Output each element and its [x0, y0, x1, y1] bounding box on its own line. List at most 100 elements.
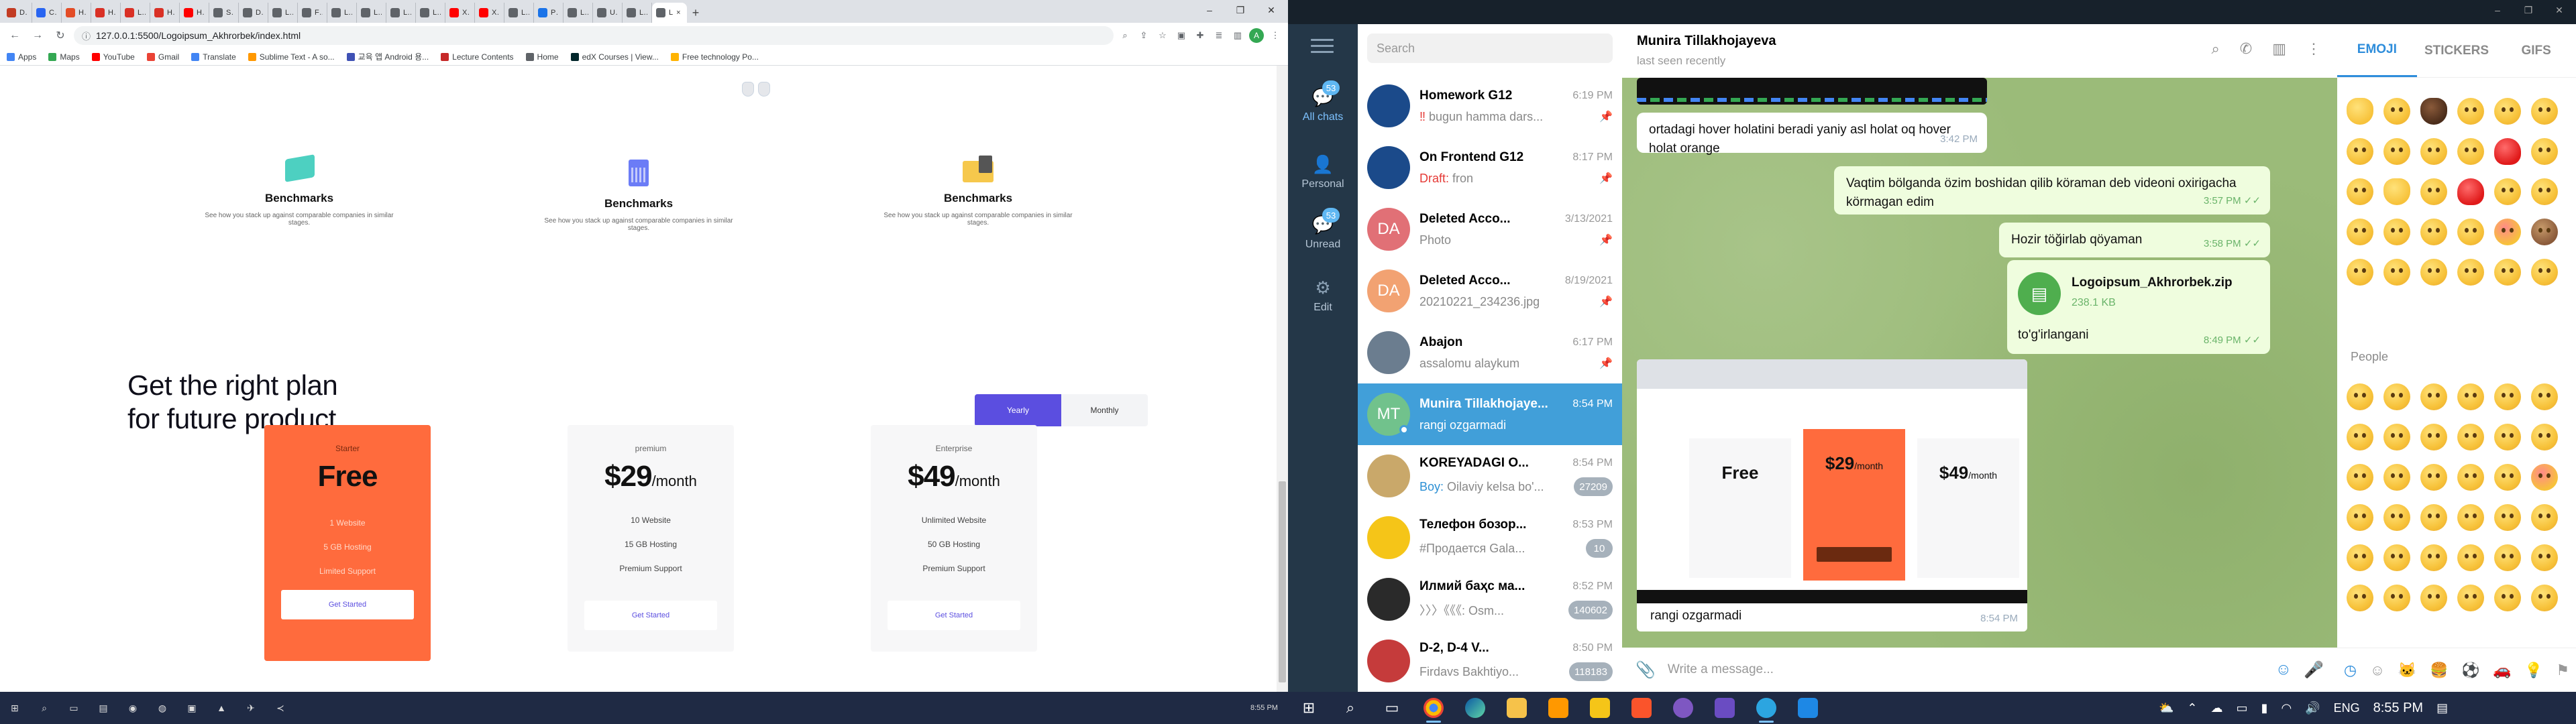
brave-icon[interactable]	[1621, 692, 1662, 724]
bookmark-item[interactable]: edX Courses | View...	[570, 52, 659, 62]
emoji-icon[interactable]	[2494, 464, 2521, 491]
telegram-icon[interactable]: ✈	[236, 692, 266, 724]
file-explorer-icon[interactable]: ▤	[89, 692, 118, 724]
chat-item[interactable]: MT Munira Tillakhojaye... 8:54 PM rangi ozg…	[1358, 383, 1622, 445]
sublime-icon[interactable]	[1538, 692, 1579, 724]
bookmark-item[interactable]: Translate	[191, 52, 236, 62]
vscode-icon[interactable]	[1787, 692, 1829, 724]
bookmark-item[interactable]: Home	[525, 52, 559, 62]
emoji-icon[interactable]	[2420, 383, 2447, 410]
emoji-icon[interactable]	[2420, 504, 2447, 531]
emoji-icon[interactable]	[2383, 219, 2410, 245]
clock-left[interactable]: 8:55 PM	[1250, 692, 1278, 724]
file-explorer-icon[interactable]	[1496, 692, 1538, 724]
telegram-icon[interactable]	[1746, 692, 1787, 724]
emoji-icon[interactable]	[2420, 138, 2447, 165]
browser-tab[interactable]: Last	[268, 3, 298, 23]
tab-emoji[interactable]: EMOJI	[2337, 24, 2417, 77]
folder-unread[interactable]: 💬 53 Unread	[1288, 208, 1358, 251]
page-scrollbar[interactable]	[1277, 66, 1288, 692]
cloud-icon[interactable]: ☁	[2211, 701, 2223, 715]
browser-tab[interactable]: HTM	[62, 3, 91, 23]
emoji-icon[interactable]	[2347, 585, 2373, 611]
clock[interactable]: 8:55 PM	[2373, 701, 2423, 716]
emoji-icon[interactable]	[2531, 424, 2558, 450]
emoji-icon[interactable]	[2383, 138, 2410, 165]
emoji-icon[interactable]	[2494, 138, 2521, 165]
chat-item[interactable]: DA Deleted Acco... 3/13/2021 Photo 📌	[1358, 198, 1622, 260]
emoji-icon[interactable]	[2383, 259, 2410, 286]
browser-tab[interactable]: Logi	[564, 3, 593, 23]
flags-icon[interactable]: ⚑	[2556, 662, 2569, 679]
chrome-icon[interactable]: ◉	[118, 692, 148, 724]
emoji-icon[interactable]	[2383, 424, 2410, 450]
reload-icon[interactable]: ↻	[51, 26, 70, 45]
chrome-icon[interactable]	[1413, 692, 1454, 724]
paint-icon[interactable]	[1704, 692, 1746, 724]
emoji-icon[interactable]	[2494, 259, 2521, 286]
tab-gifs[interactable]: GIFS	[2496, 24, 2576, 77]
emoji-icon[interactable]	[2383, 585, 2410, 611]
profile-avatar[interactable]: A	[1249, 28, 1264, 43]
search-input[interactable]: Search	[1367, 34, 1613, 63]
emoji-icon[interactable]	[2457, 259, 2484, 286]
browser-tab[interactable]: Start	[209, 3, 239, 23]
emoji-icon[interactable]	[2420, 98, 2447, 125]
chat-item[interactable]: D-2, D-4 V... 8:50 PM Firdavs Bakhtiyo... 1…	[1358, 630, 1622, 692]
search-icon[interactable]: ⌕	[2211, 40, 2219, 58]
emoji-icon[interactable]	[2383, 464, 2410, 491]
emoji-icon[interactable]	[2347, 178, 2373, 205]
task-view-icon[interactable]: ▭	[1371, 692, 1413, 724]
browser-tab[interactable]: Logi	[623, 3, 652, 23]
animals-icon[interactable]: 🐱	[2398, 662, 2416, 679]
emoji-icon[interactable]	[2531, 138, 2558, 165]
tab-active[interactable]: L ×	[652, 3, 687, 23]
emoji-icon[interactable]	[2383, 544, 2410, 571]
emoji-icon[interactable]	[2383, 504, 2410, 531]
browser-tab[interactable]: Logi	[386, 3, 416, 23]
get-started-button[interactable]: Get Started	[888, 601, 1020, 630]
browser-tab[interactable]: CSS	[32, 3, 62, 23]
emoji-icon[interactable]	[2531, 219, 2558, 245]
yearly-button[interactable]: Yearly	[975, 394, 1061, 426]
emoji-icon[interactable]	[2494, 544, 2521, 571]
start-icon[interactable]: ⊞	[1288, 692, 1330, 724]
microphone-icon[interactable]: 🎤	[2304, 660, 2324, 680]
message-bubble-out[interactable]: Hozir töğirlab qöyaman 3:58 PM ✓✓	[1999, 223, 2270, 257]
emoji-icon[interactable]	[2457, 219, 2484, 245]
browser-tab[interactable]: Hom	[150, 3, 180, 23]
address-bar[interactable]: ⓘ 127.0.0.1:5500/Logoipsum_Akhrorbek/ind…	[74, 26, 1114, 45]
url-text[interactable]: 127.0.0.1:5500/Logoipsum_Akhrorbek/index…	[96, 30, 301, 41]
browser-tab[interactable]: Loyi	[121, 3, 150, 23]
new-tab-button[interactable]: +	[687, 3, 704, 23]
volume-icon[interactable]: 🔊	[2305, 701, 2320, 715]
app-icon[interactable]	[1662, 692, 1704, 724]
back-icon[interactable]: ←	[5, 26, 24, 45]
sidepanel-icon[interactable]: ▥	[1230, 28, 1245, 43]
bookmark-item[interactable]: YouTube	[91, 52, 135, 62]
chat-item[interactable]: On Frontend G12 8:17 PM Draft: fron 📌	[1358, 137, 1622, 198]
more-icon[interactable]: ⋮	[2306, 40, 2321, 58]
site-info-icon[interactable]: ⓘ	[82, 29, 91, 42]
battery-icon[interactable]: ▮	[2261, 701, 2268, 715]
brave-icon[interactable]: ▲	[207, 692, 236, 724]
emoji-icon[interactable]	[2457, 178, 2484, 205]
bookmark-item[interactable]: Free technology Po...	[670, 52, 759, 62]
folder-all-chats[interactable]: 💬 53 All chats	[1288, 80, 1358, 123]
emoji-icon[interactable]	[2383, 383, 2410, 410]
browser-tab[interactable]: XOI	[475, 3, 504, 23]
menu-icon[interactable]	[1311, 39, 1334, 57]
emoji-icon[interactable]	[2347, 544, 2373, 571]
emoji-icon[interactable]	[2531, 544, 2558, 571]
browser-tab[interactable]: Post	[534, 3, 564, 23]
scrollbar-thumb[interactable]	[1279, 481, 1286, 682]
browser-tab[interactable]: Logi	[416, 3, 445, 23]
bookmark-item[interactable]: Gmail	[146, 52, 179, 62]
notes-icon[interactable]	[1579, 692, 1621, 724]
monthly-button[interactable]: Monthly	[1061, 394, 1148, 426]
bookmark-item[interactable]: Sublime Text - A so...	[248, 52, 335, 62]
emoji-icon[interactable]	[2494, 424, 2521, 450]
emoji-icon[interactable]	[2494, 178, 2521, 205]
chat-item[interactable]: Abajon 6:17 PM assalomu alaykum 📌	[1358, 322, 1622, 383]
emoji-icon[interactable]	[2494, 504, 2521, 531]
